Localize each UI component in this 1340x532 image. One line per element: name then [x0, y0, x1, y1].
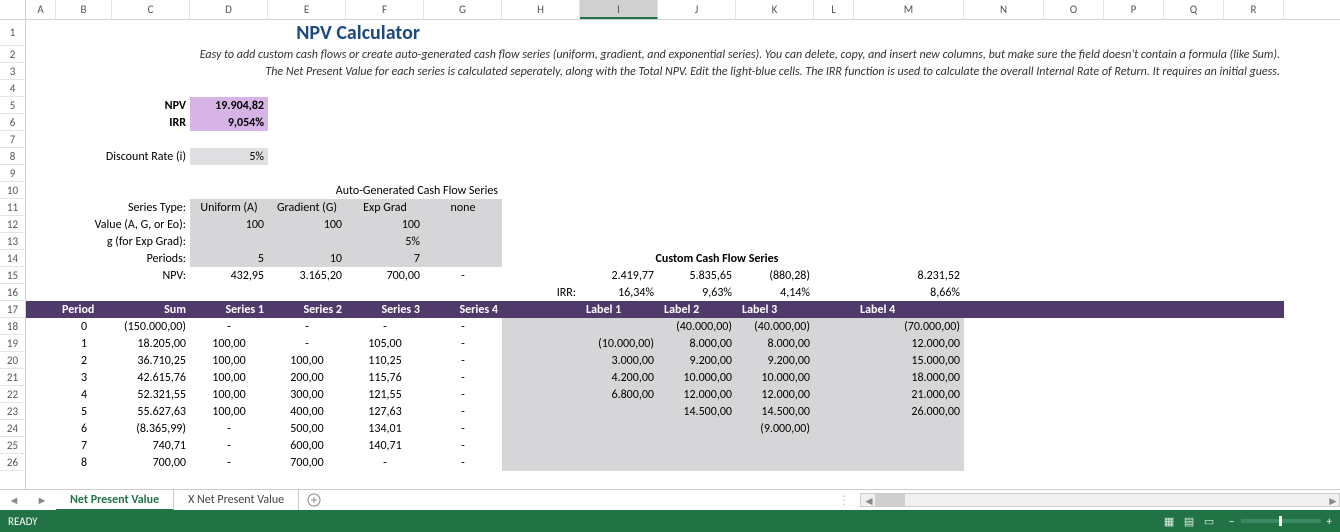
tab-nav-next[interactable]: ►	[28, 494, 56, 507]
page-break-icon: ▭	[1199, 515, 1219, 528]
status-text: READY	[8, 515, 38, 528]
row-headers: 1234567891011121314151617181920212223242…	[0, 20, 26, 490]
worksheet-cells[interactable]: NPV CalculatorEasy to add custom cash fl…	[26, 20, 1340, 490]
sheet-tab-bar: ◄ ► Net Present Value X Net Present Valu…	[0, 489, 1340, 510]
zoom-control[interactable]: − +	[1229, 515, 1332, 528]
status-bar: READY ▦▤▭ − +	[0, 510, 1340, 532]
horizontal-scrollbar[interactable]: ◄►	[860, 493, 1340, 507]
tab-net-present-value[interactable]: Net Present Value	[56, 490, 174, 511]
add-sheet-button[interactable]	[299, 493, 329, 507]
tab-x-net-present-value[interactable]: X Net Present Value	[174, 490, 299, 511]
column-headers: ABCDEFGHIJKLMNOPQR	[0, 0, 1340, 20]
view-mode-icons[interactable]: ▦▤▭	[1159, 515, 1219, 528]
normal-view-icon: ▦	[1159, 515, 1179, 528]
tab-nav-prev[interactable]: ◄	[0, 494, 28, 507]
page-layout-icon: ▤	[1179, 515, 1199, 528]
zoom-in-icon[interactable]: +	[1327, 515, 1332, 528]
zoom-out-icon[interactable]: −	[1229, 515, 1234, 528]
